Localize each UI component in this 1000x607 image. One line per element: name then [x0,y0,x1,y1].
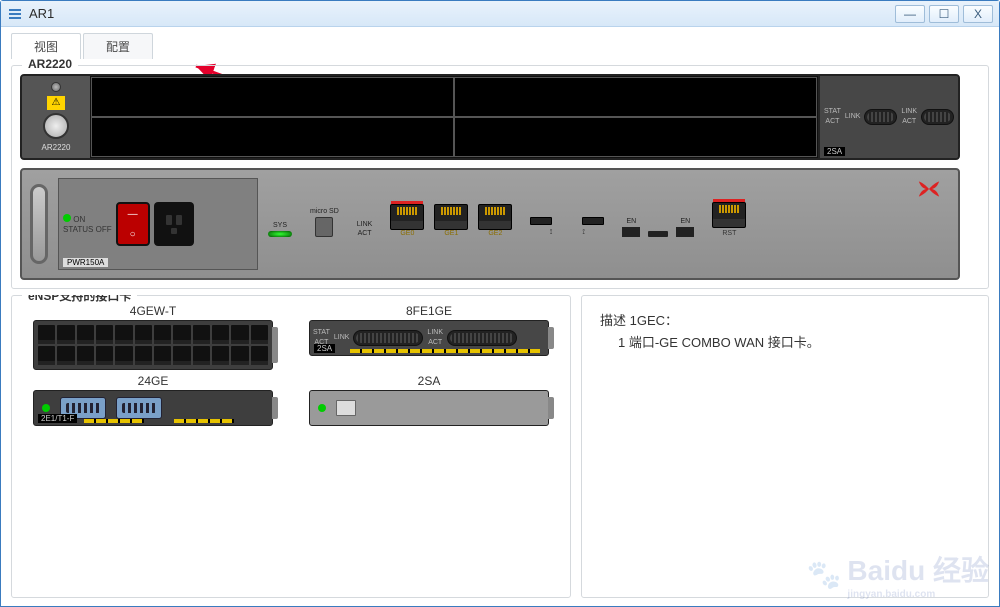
off-label: OFF [96,225,112,234]
card-cell-4gewt[interactable]: 4GEW-T [20,304,286,370]
huawei-logo-icon [912,178,946,200]
card-label: 8FE1GE [406,304,452,318]
psu-block: ON STATUS OFF —○ PWR150A [58,178,258,270]
act-label: ACT [358,230,372,237]
expansion-slots [90,76,818,158]
maximize-button[interactable]: ☐ [929,5,959,23]
description-title: 描述 1GEC： [600,310,970,332]
en-port-icon[interactable] [622,227,640,237]
top-unit-model-label: AR2220 [42,143,71,152]
top-expansion-unit: ⚠ AR2220 STAT [20,74,960,160]
en-port-group: EN [676,218,694,237]
card-label: 24GE [138,374,169,388]
window-title: AR1 [29,6,891,21]
chassis: ⚠ AR2220 STAT [20,74,960,280]
expansion-slot[interactable] [454,77,817,117]
power-switch[interactable]: —○ [116,202,150,246]
description-panel: 描述 1GEC： 1 端口-GE COMBO WAN 接口卡。 [581,295,989,598]
tabstrip: 视图 配置 [11,33,989,59]
knob-icon [43,113,69,139]
ge1-label: GE1 [444,230,458,237]
psu-model-label: PWR150A [63,258,108,267]
rack-handle-icon [30,184,48,264]
serial-port-icon[interactable] [864,109,897,125]
slot-icon [648,231,668,237]
rj45-port-ge0[interactable] [390,204,424,230]
titlebar: AR1 — ☐ X [1,1,999,27]
top-left-plate: ⚠ AR2220 [22,76,90,158]
front-panel: ON STATUS OFF —○ PWR150A [20,168,960,280]
app-icon [7,6,23,22]
ge2-label: GE2 [488,230,502,237]
expansion-slot[interactable] [454,117,817,157]
expansion-slot[interactable] [91,117,454,157]
sys-led-group: SYS [268,222,292,237]
rst-label: RST [722,230,736,237]
rj45-port-console[interactable] [712,202,746,228]
link-label: LINK [357,221,373,228]
en-port-icon[interactable] [676,227,694,237]
stat-label: STAT [824,107,841,117]
en-label: EN [680,218,690,225]
card-2sa [309,390,549,426]
led-labels: LINK [845,112,861,122]
status-label: STATUS [63,225,93,234]
ge0-label: GE0 [400,230,414,237]
lower-row: eNSP支持的接口卡 4GEW-T [11,295,989,598]
usb-port[interactable] [530,217,552,225]
on-label: ON [73,215,85,224]
microsd-group: micro SD [310,208,339,237]
card-4gewt [33,320,273,370]
card-8fe1ge: STATACT LINK LINKACT 2SA [309,320,549,356]
device-panel: AR2220 ⚠ AR2220 [11,65,989,289]
card-24ge: 2E1/T1-F [33,390,273,426]
hazard-icon: ⚠ [47,96,65,110]
tab-view[interactable]: 视图 [11,33,81,59]
cards-grid: 4GEW-T 8FE1GE STATACT [20,304,562,426]
usb-symbol-icon: ⟟ [550,229,553,237]
act-label: ACT [902,117,916,127]
linkact-group: LINK ACT [357,221,373,237]
right-module-2sa: STAT ACT LINK LINK ACT [818,76,958,158]
ac-inlet-icon [154,202,194,246]
ports-section: SYS micro SD LINK ACT [268,202,950,247]
psu-status-label: ON STATUS OFF [63,214,112,235]
rst-block: RST [712,202,746,237]
minimize-button[interactable]: — [895,5,925,23]
card-label: 4GEW-T [130,304,176,318]
microsd-slot-icon[interactable] [315,217,333,237]
tab-config[interactable]: 配置 [83,33,153,59]
link-label: LINK [845,112,861,122]
card-cell-24ge[interactable]: 24GE 2E1/T1-F [20,374,286,426]
rj45-port-ge1[interactable] [434,204,468,230]
close-button[interactable]: X [963,5,993,23]
en-label: EN [626,218,636,225]
app-window: AR1 — ☐ X 视图 配置 AR2220 ⚠ [0,0,1000,607]
description-body: 1 端口-GE COMBO WAN 接口卡。 [600,332,970,354]
card-cell-2sa[interactable]: 2SA [296,374,562,426]
led-labels: STAT ACT [824,107,841,127]
rj45-port-ge2[interactable] [478,204,512,230]
link-label: LINK [901,107,917,117]
sys-label: SYS [273,222,287,229]
cards-panel: eNSP支持的接口卡 4GEW-T [11,295,571,598]
sys-led-icon [268,231,292,237]
device-scroll[interactable]: ⚠ AR2220 STAT [20,74,980,280]
screw-icon [51,82,61,92]
app-body: 视图 配置 AR2220 ⚠ AR2220 [1,27,999,606]
usb-port[interactable] [582,217,604,225]
device-model-label: AR2220 [22,57,78,71]
microsd-label: micro SD [310,208,339,215]
usb-symbol-icon: ⟟ [582,229,585,237]
card-cell-8fe1ge[interactable]: 8FE1GE STATACT LINK LINKACT 2SA [296,304,562,370]
cards-panel-title: eNSP支持的接口卡 [22,295,137,304]
led-labels: LINK ACT [901,107,917,127]
card-label: 2SA [418,374,441,388]
module-tag: 2SA [824,147,845,156]
en-port-group: EN [622,218,640,237]
serial-port-icon[interactable] [921,109,954,125]
act-label: ACT [825,117,839,127]
expansion-slot[interactable] [91,77,454,117]
